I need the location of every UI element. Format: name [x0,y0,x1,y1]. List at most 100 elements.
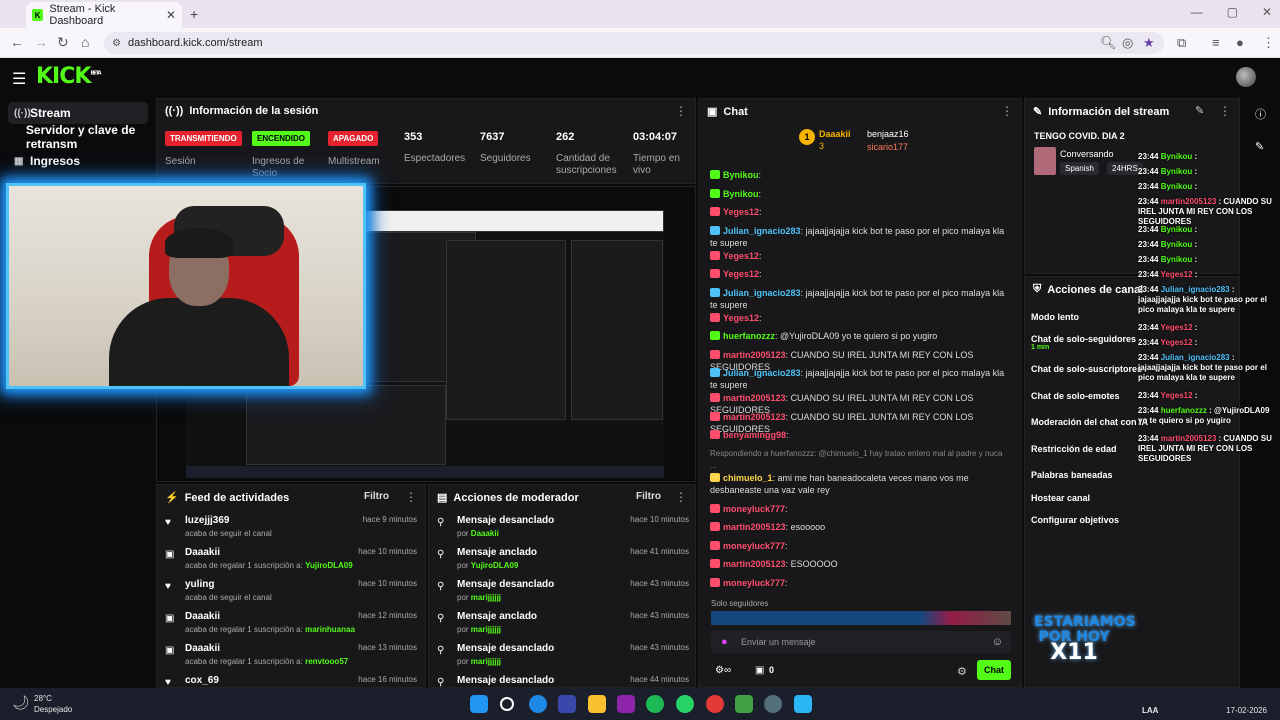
overlay-chat-line: 23:44 Yeges12 : [1138,338,1198,347]
stream-info-menu-icon[interactable]: ⋮ [1219,104,1231,118]
chat-menu-icon[interactable]: ⋮ [1001,104,1013,118]
spotify-icon[interactable] [646,695,664,713]
profile-icon[interactable]: ● [1236,35,1244,50]
chrome-icon[interactable] [706,695,724,713]
mod-by[interactable]: por Daaakii [457,529,499,538]
mod-by[interactable]: por marijjjjjj [457,593,501,602]
chat-message[interactable]: martin2005123: esooooo [710,521,1010,533]
whatsapp-icon[interactable] [676,695,694,713]
channel-action-item[interactable]: Configurar objetivos [1031,515,1119,525]
channel-action-item[interactable]: Hostear canal [1031,493,1090,503]
menu-dots-icon[interactable]: ⋮ [1262,35,1275,51]
app-icon[interactable] [617,695,635,713]
chat-message[interactable]: Bynikou: [710,188,1010,200]
edge-icon[interactable] [529,695,547,713]
feed-user[interactable]: yuling [185,579,214,590]
feed-menu-icon[interactable]: ⋮ [405,490,417,504]
obs-icon[interactable] [764,695,782,713]
chat-message[interactable]: Julian_ignacio283: jajaajjajajja kick bo… [710,367,1010,391]
chat-settings-icon[interactable]: ⚙ [957,665,967,678]
clock-date[interactable]: 17-02-2026 [1226,706,1267,715]
chat-message[interactable]: huerfanozzz: @YujiroDLA09 yo te quiero s… [710,330,1010,342]
chat-message[interactable]: Yeges12: [710,312,1010,324]
info-icon[interactable]: ⓘ [1255,106,1266,122]
browser-tab[interactable]: K Stream - Kick Dashboard ✕ [26,2,182,28]
mod-menu-icon[interactable]: ⋮ [675,490,687,504]
top-gifter-1[interactable]: Daaakii [819,129,851,139]
close-window-icon[interactable]: ✕ [1262,5,1272,19]
settings-link-icon[interactable]: ⚙∞ [715,665,731,676]
forward-icon[interactable]: → [34,34,48,50]
kick-logo[interactable]: KICKBETA [36,64,102,89]
chat-message[interactable]: Yeges12: [710,268,1010,280]
xbox-icon[interactable] [735,695,753,713]
category-name[interactable]: Conversando [1060,149,1114,159]
edit-stream-icon[interactable]: ✎ [1195,104,1204,117]
sidebar-item-ingresos[interactable]: ▦ Ingresos [8,150,148,172]
maximize-icon[interactable]: ▢ [1227,5,1238,19]
search-icon[interactable] [500,697,514,711]
url-field[interactable]: ⚙ dashboard.kick.com/stream [104,32,1164,54]
channel-action-item[interactable]: Chat de solo-suscriptores [1031,364,1142,374]
chat-input[interactable]: ● Enviar un mensaje ☺ [711,631,1011,653]
chat-message[interactable]: Yeges12: [710,206,1010,218]
chat-message[interactable]: martin2005123: ESOOOOO [710,558,1010,570]
new-tab-button[interactable]: + [190,6,198,22]
hamburger-menu-icon[interactable]: ☰ [12,69,26,89]
playlist-icon[interactable]: ≡ [1212,35,1220,50]
back-icon[interactable]: ← [10,34,24,50]
feed-user[interactable]: cox_69 [185,675,219,686]
emote-bar[interactable] [711,611,1011,625]
top-gifter-3[interactable]: sicario177 [867,142,908,152]
chat-message[interactable]: Bynikou: [710,169,1010,181]
feed-user[interactable]: Daaakii [185,611,220,622]
home-icon[interactable]: ⌂ [81,34,89,50]
zoom-icon[interactable]: 🔍︎ [1100,35,1117,51]
top-gifter-2[interactable]: benjaaz16 [867,129,909,139]
mod-time: hace 44 minutos [630,675,689,684]
channel-action-item[interactable]: Chat de solo-emotes [1031,391,1120,401]
overlay-chat-line: 23:44 Julian_ignacio283 : jajaajjajajja … [1138,353,1267,382]
feed-filter-button[interactable]: Filtro [364,491,389,502]
notepad-icon[interactable] [794,695,812,713]
channel-action-item[interactable]: Moderación del chat con IA [1031,417,1148,427]
mod-filter-button[interactable]: Filtro [636,491,661,502]
mod-by[interactable]: por marijjjjjj [457,657,501,666]
chat-message[interactable]: Julian_ignacio283: jajaajjajajja kick bo… [710,287,1010,311]
minimize-icon[interactable]: — [1191,5,1203,19]
channel-action-item[interactable]: Restricción de edad [1031,444,1117,454]
mod-by[interactable]: por YujiroDLA09 [457,561,518,570]
chat-message[interactable]: moneyluck777: [710,503,1010,515]
sidebar-item-server-key[interactable]: Servidor y clave de retransm [8,123,148,151]
language-indicator[interactable]: LAA [1142,706,1158,715]
chat-message[interactable]: benyamingg98: [710,429,1010,441]
star-icon[interactable]: ★ [1143,35,1155,51]
send-chat-button[interactable]: Chat [977,660,1011,680]
session-menu-icon[interactable]: ⋮ [675,104,687,118]
feed-user[interactable]: Daaakii [185,547,220,558]
extensions-icon[interactable]: ⧉ [1177,35,1186,51]
badge-icon [710,559,720,568]
start-icon[interactable] [470,695,488,713]
chat-message[interactable]: Yeges12: [710,250,1010,262]
store-icon[interactable] [558,695,576,713]
site-info-icon[interactable]: ⚙ [112,38,121,49]
channel-action-item[interactable]: Chat de solo-seguidores 1 min [1031,334,1136,351]
feed-user[interactable]: luzejjj369 [185,515,229,526]
user-avatar[interactable] [1236,67,1256,87]
chat-username: martin2005123 [723,411,786,422]
emoji-icon[interactable]: ☺ [992,636,1003,648]
close-tab-icon[interactable]: ✕ [166,8,176,22]
reload-icon[interactable]: ↻ [57,34,69,51]
chat-message[interactable]: moneyluck777: [710,540,1010,552]
eye-off-icon[interactable]: ◎ [1122,35,1133,51]
chat-message[interactable]: moneyluck777: [710,577,1010,589]
channel-action-item[interactable]: Palabras baneadas [1031,470,1113,480]
explorer-icon[interactable] [588,695,606,713]
mod-by[interactable]: por marijjjjjj [457,625,501,634]
sidebar-item-stream[interactable]: ((·)) Stream [8,102,148,124]
feed-user[interactable]: Daaakii [185,643,220,654]
chat-message[interactable]: Julian_ignacio283: jajaajjajajja kick bo… [710,225,1010,249]
channel-action-item[interactable]: Modo lento [1031,312,1079,322]
chat-message[interactable]: Respondiendo a huerfanozzz: @chimuelo_1 … [710,448,1010,496]
